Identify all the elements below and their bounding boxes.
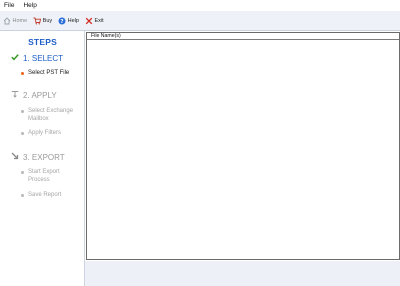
export-icon — [11, 152, 19, 162]
help-button[interactable]: ? Help — [58, 15, 79, 27]
file-name-column-header[interactable]: File Name(s) — [87, 33, 399, 40]
step-item-label: Save Report — [28, 192, 62, 198]
bullet-icon — [21, 132, 24, 136]
step-item-label: Start Export Process — [28, 169, 60, 183]
step-item-select-pst-file[interactable]: Select PST File — [21, 70, 69, 78]
step-select-label: 1. SELECT — [23, 53, 64, 63]
exit-label: Exit — [94, 17, 104, 24]
steps-title: STEPS — [28, 37, 57, 47]
menu-help[interactable]: Help — [23, 2, 36, 9]
filter-icon — [11, 90, 19, 100]
help-label: Help — [67, 17, 79, 24]
step-export[interactable]: 3. EXPORT — [11, 152, 65, 162]
step-item-apply-filters[interactable]: Apply Filters — [21, 130, 61, 138]
toolbar: Home Buy ? Help Exit — [0, 11, 400, 31]
cart-icon — [33, 17, 42, 25]
main-panel: File Name(s) — [85, 31, 400, 286]
steps-sidebar: STEPS 1. SELECT Select PST File 2. APPLY… — [0, 31, 85, 286]
home-icon — [3, 16, 11, 25]
home-label: Home — [12, 17, 28, 24]
step-item-label: Select PST File — [28, 70, 70, 76]
file-list[interactable]: File Name(s) — [86, 32, 400, 260]
buy-label: Buy — [42, 17, 53, 24]
bottom-bar — [85, 261, 400, 286]
bullet-icon — [21, 194, 24, 198]
step-item-save-report[interactable]: Save Report — [21, 192, 61, 200]
step-item-label: Select Exchange Mailbox — [28, 108, 74, 122]
help-icon: ? — [58, 17, 66, 25]
svg-text:?: ? — [61, 18, 64, 24]
bullet-icon — [21, 171, 24, 175]
menu-bar: File Help — [0, 0, 400, 11]
step-select[interactable]: 1. SELECT — [11, 53, 63, 63]
buy-button[interactable]: Buy — [33, 15, 52, 27]
check-icon — [11, 53, 19, 63]
bullet-icon — [21, 72, 24, 76]
close-icon — [85, 17, 93, 25]
step-apply-label: 2. APPLY — [23, 90, 57, 100]
step-item-start-export-process[interactable]: Start Export Process — [21, 169, 79, 184]
home-button[interactable]: Home — [3, 15, 27, 27]
step-export-label: 3. EXPORT — [23, 152, 65, 162]
menu-file[interactable]: File — [4, 2, 14, 9]
step-item-label: Apply Filters — [28, 130, 62, 136]
exit-button[interactable]: Exit — [85, 15, 104, 27]
step-apply[interactable]: 2. APPLY — [11, 90, 57, 100]
bullet-icon — [21, 110, 24, 114]
step-item-select-exchange-mailbox[interactable]: Select Exchange Mailbox — [21, 108, 81, 123]
